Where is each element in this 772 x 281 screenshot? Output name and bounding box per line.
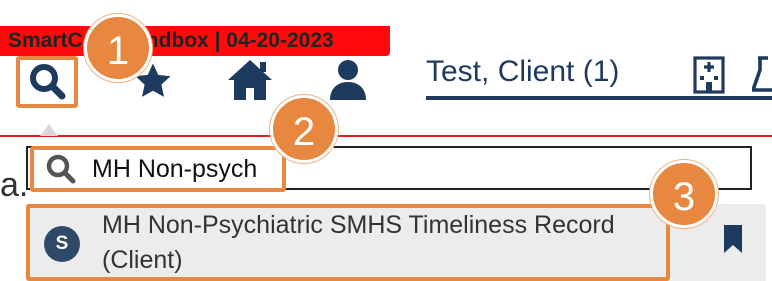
step-badge-3: 3 — [650, 160, 718, 228]
hospital-icon[interactable] — [692, 54, 726, 94]
user-icon[interactable] — [328, 58, 368, 102]
popover-caret — [40, 124, 58, 136]
flask-icon[interactable] — [752, 56, 772, 94]
home-icon[interactable] — [226, 58, 274, 102]
client-name[interactable]: Test, Client (1) — [426, 55, 619, 89]
background-page-text: a. — [0, 166, 29, 204]
search-field-highlight — [30, 146, 286, 192]
client-underline — [426, 96, 772, 100]
step-badge-2: 2 — [270, 95, 338, 163]
result-highlight — [26, 204, 670, 281]
step-badge-1: 1 — [84, 14, 152, 82]
environment-banner: SmartCare Sandbox | 04-20-2023 — [0, 26, 390, 56]
search-button-highlight — [16, 56, 78, 108]
header-divider — [0, 135, 772, 137]
bookmark-icon[interactable] — [722, 225, 744, 253]
